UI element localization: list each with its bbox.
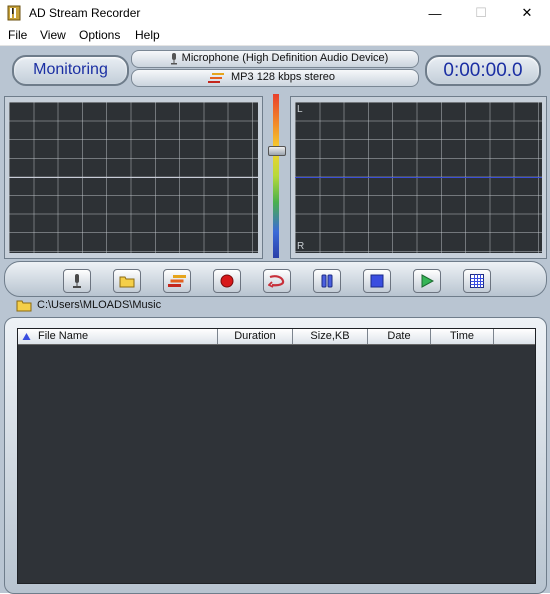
minimize-icon: —	[428, 5, 442, 21]
format-bars-icon	[168, 275, 186, 287]
left-waveform-trace	[9, 177, 258, 178]
repeat-button[interactable]	[263, 269, 291, 293]
folder-path-text: C:\Users\MLOADS\Music	[37, 299, 162, 311]
column-duration[interactable]: Duration	[218, 329, 293, 344]
record-icon	[220, 274, 234, 288]
sort-ascending-icon	[22, 333, 31, 340]
channel-label-l: L	[297, 104, 303, 115]
file-list-header: File Name Duration Size,KB Date Time	[18, 329, 535, 345]
folder-icon	[16, 300, 32, 312]
play-icon	[421, 274, 434, 288]
menu-bar: File View Options Help	[0, 26, 550, 46]
level-meter-bar	[273, 94, 279, 258]
loop-icon	[268, 275, 285, 288]
timer-display: 0:00:00.0	[425, 55, 541, 86]
level-meter[interactable]	[266, 94, 286, 258]
file-list[interactable]: File Name Duration Size,KB Date Time	[17, 328, 536, 584]
column-date[interactable]: Date	[368, 329, 431, 344]
close-button[interactable]: ✕	[504, 0, 550, 26]
right-oscilloscope: L R	[295, 102, 542, 253]
pause-icon	[321, 274, 333, 288]
mode-display[interactable]: Monitoring	[12, 55, 129, 86]
left-oscilloscope	[9, 102, 258, 253]
play-button[interactable]	[413, 269, 441, 293]
menu-options[interactable]: Options	[79, 28, 120, 42]
format-label: MP3 128 kbps stereo	[231, 71, 335, 83]
maximize-button[interactable]: ☐	[458, 0, 504, 26]
menu-view[interactable]: View	[40, 28, 66, 42]
format-selector[interactable]: MP3 128 kbps stereo	[131, 69, 419, 87]
maximize-icon: ☐	[475, 5, 487, 20]
column-file-name-label: File Name	[38, 330, 89, 342]
stop-button[interactable]	[363, 269, 391, 293]
folder-icon	[119, 276, 135, 287]
menu-file[interactable]: File	[8, 28, 27, 42]
left-scope-panel	[4, 96, 263, 259]
grid-view-button[interactable]	[463, 269, 491, 293]
title-bar: AD Stream Recorder — ☐ ✕	[0, 0, 550, 26]
minimize-button[interactable]: —	[412, 0, 458, 26]
transport-toolbar	[4, 261, 547, 297]
input-device-label: Microphone (High Definition Audio Device…	[181, 52, 389, 64]
input-device-selector[interactable]: Microphone (High Definition Audio Device…	[131, 50, 419, 68]
grid-icon	[470, 274, 484, 288]
main-panel: Monitoring Microphone (High Definition A…	[0, 46, 550, 594]
window-title: AD Stream Recorder	[29, 6, 141, 20]
level-slider-handle[interactable]	[268, 146, 286, 156]
open-folder-button[interactable]	[113, 269, 141, 293]
close-icon: ✕	[521, 5, 533, 20]
channel-label-r: R	[297, 241, 305, 252]
mode-text: Monitoring	[33, 61, 108, 78]
format-button[interactable]	[163, 269, 191, 293]
column-time[interactable]: Time	[431, 329, 494, 344]
column-size[interactable]: Size,KB	[293, 329, 368, 344]
menu-help[interactable]: Help	[135, 28, 160, 42]
pause-button[interactable]	[313, 269, 341, 293]
microphone-icon	[73, 274, 81, 288]
microphone-button[interactable]	[63, 269, 91, 293]
stop-icon	[370, 274, 384, 288]
app-icon	[7, 5, 21, 21]
right-scope-panel: L R	[290, 96, 547, 259]
file-list-panel: File Name Duration Size,KB Date Time	[4, 317, 547, 594]
record-button[interactable]	[213, 269, 241, 293]
timer-text: 0:00:00.0	[443, 60, 523, 81]
column-file-name[interactable]: File Name	[18, 329, 218, 344]
right-waveform-trace	[295, 177, 542, 178]
